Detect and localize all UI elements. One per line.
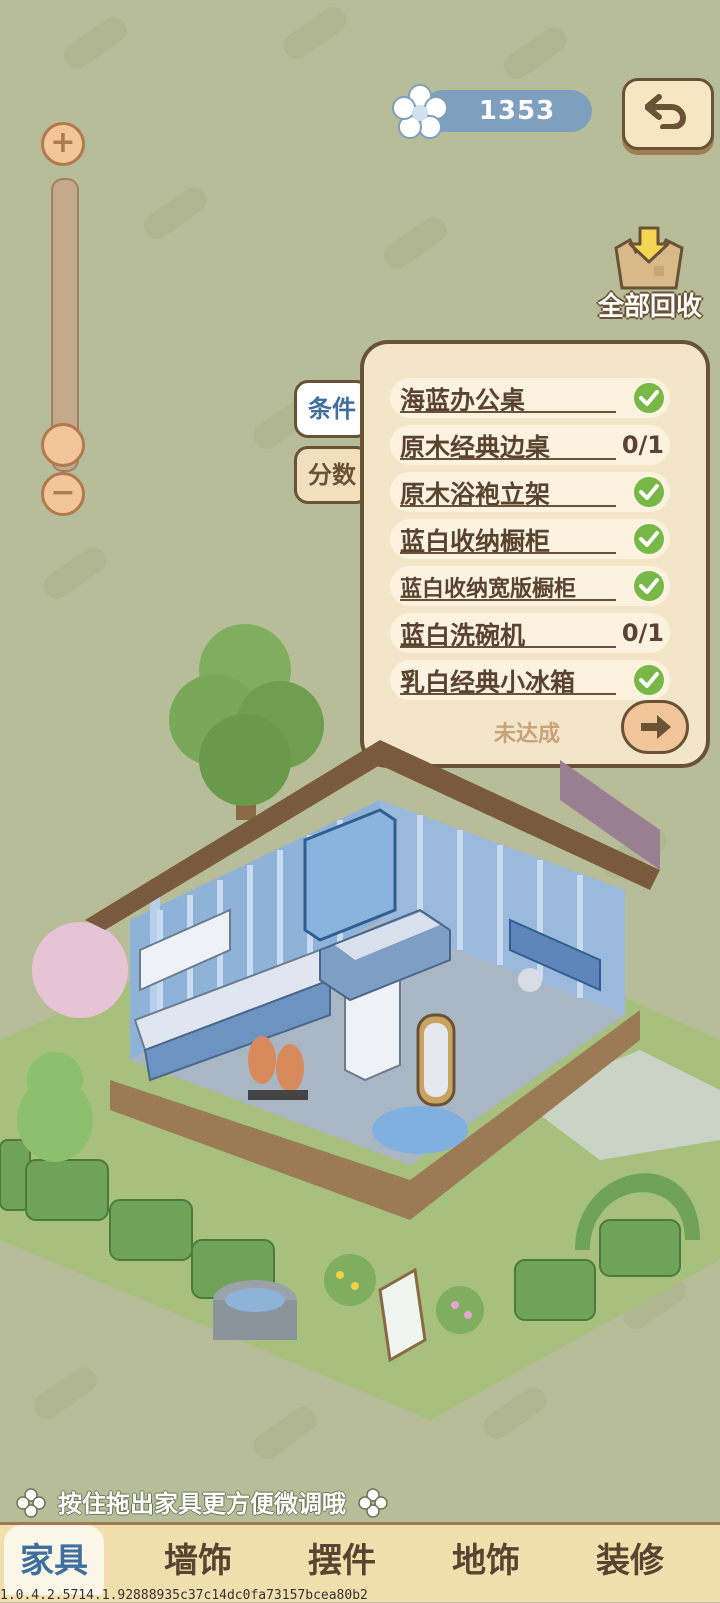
zoom-in-button[interactable]: +: [41, 122, 85, 166]
tab-conditions[interactable]: 条件: [294, 380, 370, 438]
condition-progress: 0/1: [621, 431, 664, 459]
check-icon: [634, 524, 664, 554]
hint-bar: 按住拖出家具更方便微调哦: [16, 1480, 416, 1520]
condition-item: 蓝白收纳橱柜: [390, 519, 670, 559]
well: [213, 1280, 297, 1340]
version-text: 1.0.4.2.5714.1.92888935c37c14dc0fa73157b…: [0, 1588, 368, 1603]
check-icon: [634, 477, 664, 507]
check-icon: [634, 571, 664, 601]
flower-icon: [392, 84, 448, 139]
standing-mirror[interactable]: [416, 1013, 456, 1107]
zoom-out-button[interactable]: −: [41, 472, 85, 516]
currency-value: 1353: [478, 96, 556, 126]
tab-score[interactable]: 分数: [294, 446, 370, 504]
nav-tab-renovation[interactable]: 装修: [558, 1525, 702, 1595]
plus-icon: +: [50, 125, 76, 160]
nav-tab-furniture[interactable]: 家具: [4, 1525, 104, 1595]
nav-tab-wall-decor[interactable]: 墙饰: [126, 1525, 270, 1595]
zoom-slider-handle[interactable]: [41, 423, 85, 467]
rug: [372, 1106, 468, 1154]
condition-item: 原木浴袍立架: [390, 472, 670, 512]
recycle-all-label: 全部回收: [597, 292, 702, 322]
room-scene[interactable]: [0, 620, 720, 1440]
nav-tab-ornaments[interactable]: 摆件: [270, 1525, 414, 1595]
check-icon: [634, 383, 664, 413]
clover-icon: [16, 1488, 46, 1518]
undo-arrow-icon: [645, 94, 687, 129]
back-button[interactable]: [622, 78, 714, 150]
box-arrow-icon: [614, 226, 684, 290]
hint-text: 按住拖出家具更方便微调哦: [58, 1490, 346, 1518]
nav-tab-floor-decor[interactable]: 地饰: [414, 1525, 558, 1595]
blossom-tree: [32, 922, 128, 1018]
condition-item: 原木经典边桌 0/1: [390, 425, 670, 465]
currency-display: 1353: [392, 84, 592, 139]
minus-icon: −: [50, 475, 76, 510]
clover-icon: [358, 1488, 388, 1518]
recycle-all-button[interactable]: 全部回收: [588, 222, 712, 322]
condition-item: 海蓝办公桌: [390, 378, 670, 418]
condition-item: 蓝白收纳宽版橱柜: [390, 566, 670, 606]
